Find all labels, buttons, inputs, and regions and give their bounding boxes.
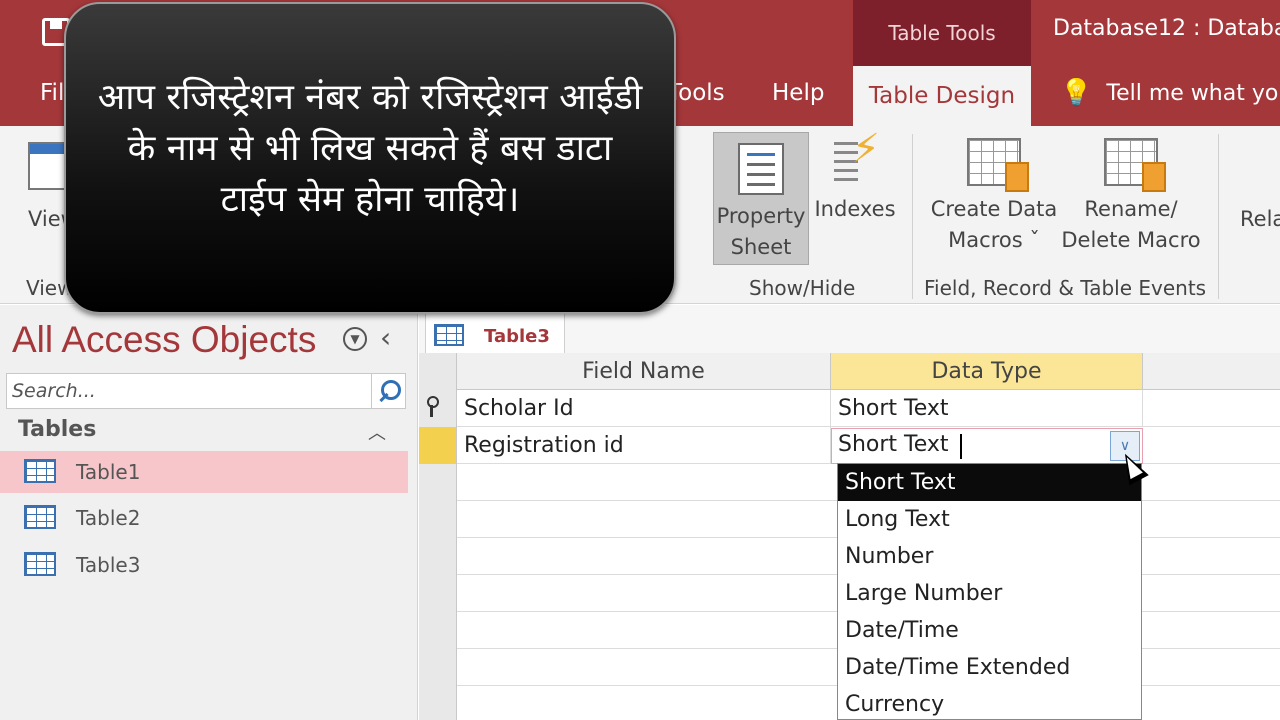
row-selector[interactable] (419, 464, 457, 501)
row-selector[interactable] (419, 501, 457, 538)
nav-item-table1[interactable]: Table1 (0, 451, 408, 493)
nav-item-table2[interactable]: Table2 (0, 497, 408, 539)
rename-delete-macro-button[interactable]: Rename/ Delete Macro (1060, 138, 1202, 256)
table-icon (434, 324, 464, 346)
tell-me-box[interactable]: 💡 Tell me what you (1060, 78, 1280, 108)
indexes-label: Indexes (814, 197, 896, 221)
tables-group-label: Tables (18, 417, 97, 442)
field-name-cell[interactable]: Registration id (457, 427, 831, 464)
property-sheet-label: Property Sheet (716, 204, 806, 259)
document-tab-table3[interactable]: Table3 (425, 313, 565, 355)
column-header-field-name[interactable]: Field Name (457, 353, 831, 390)
field-name-cell[interactable]: Scholar Id (457, 390, 831, 427)
row-selector[interactable] (419, 390, 457, 427)
nav-search-box (6, 373, 406, 409)
dropdown-option-date-time-extended[interactable]: Date/Time Extended (838, 649, 1141, 686)
indexes-icon (830, 134, 880, 188)
relationships-button[interactable]: Rela (1240, 204, 1280, 235)
dropdown-option-large-number[interactable]: Large Number (838, 575, 1141, 612)
table-tools-header: Table Tools (853, 0, 1031, 66)
create-data-macros-label: Create Data Macros ˇ (930, 197, 1058, 252)
nav-item-label: Table1 (76, 460, 141, 484)
indexes-button[interactable]: Indexes (813, 134, 897, 225)
create-macro-icon (967, 138, 1029, 192)
table-row[interactable]: Registration id Short Text ∨ (419, 427, 1280, 464)
primary-key-icon (427, 396, 439, 417)
table-icon (24, 552, 56, 576)
chevron-up-icon: ︿ (368, 423, 386, 444)
text-caret (960, 434, 962, 459)
dropdown-option-date-time[interactable]: Date/Time (838, 612, 1141, 649)
show-hide-group-label: Show/Hide (749, 276, 856, 300)
property-sheet-button[interactable]: Property Sheet (713, 132, 809, 265)
tables-group-header[interactable]: Tables ︿ (0, 413, 408, 449)
column-header-data-type[interactable]: Data Type (831, 353, 1143, 390)
field-record-events-group-label: Field, Record & Table Events (924, 276, 1207, 300)
rename-macro-icon (1104, 138, 1166, 192)
dropdown-option-currency[interactable]: Currency (838, 686, 1141, 719)
tell-me-label: Tell me what you (1106, 80, 1280, 106)
row-selector[interactable] (419, 538, 457, 575)
tab-help[interactable]: Help (772, 80, 824, 106)
search-input[interactable] (7, 374, 371, 408)
table-icon (24, 505, 56, 529)
tab-tools[interactable]: Tools (668, 80, 725, 106)
dropdown-option-long-text[interactable]: Long Text (838, 501, 1141, 538)
data-type-combobox[interactable]: Short Text ∨ (831, 428, 1143, 464)
create-data-macros-button[interactable]: Create Data Macros ˇ (926, 138, 1062, 256)
nav-pane-title[interactable]: All Access Objects (12, 319, 316, 361)
dropdown-option-short-text[interactable]: Short Text (838, 464, 1141, 501)
document-tab-label: Table3 (484, 326, 550, 347)
caption-text: आप रजिस्ट्रेशन नंबर को रजिस्ट्रेशन आईडी … (97, 76, 643, 220)
navigation-pane: All Access Objects ▼ ‹ Tables ︿ Table1 T… (0, 305, 418, 720)
nav-item-label: Table3 (76, 553, 141, 577)
group-separator (912, 134, 913, 299)
lightbulb-icon: 💡 (1060, 78, 1093, 108)
row-selector[interactable] (419, 427, 457, 464)
collapse-pane-icon[interactable]: ‹ (380, 321, 391, 354)
nav-item-label: Table2 (76, 506, 141, 530)
search-icon[interactable] (371, 374, 405, 408)
rename-delete-macro-label: Rename/ Delete Macro (1061, 197, 1201, 252)
row-selector[interactable] (419, 649, 457, 686)
property-sheet-icon (738, 143, 784, 195)
view-icon (28, 142, 66, 190)
nav-item-table3[interactable]: Table3 (0, 544, 408, 586)
window-title: Database12 : Database (1053, 16, 1280, 41)
tab-file[interactable]: Fil (40, 80, 64, 106)
data-type-dropdown: Short Text Long Text Number Large Number… (837, 463, 1142, 720)
dropdown-option-number[interactable]: Number (838, 538, 1141, 575)
data-type-value: Short Text (838, 432, 949, 457)
row-selector[interactable] (419, 612, 457, 649)
caption-bubble: आप रजिस्ट्रेशन नंबर को रजिस्ट्रेशन आईडी … (64, 2, 676, 314)
table-row[interactable]: Scholar Id Short Text (419, 390, 1280, 427)
column-header-description[interactable] (1143, 353, 1280, 390)
chevron-down-icon[interactable]: ▼ (343, 327, 367, 351)
table-icon (24, 459, 56, 483)
tab-table-design[interactable]: Table Design (853, 66, 1031, 126)
data-type-cell[interactable]: Short Text (831, 390, 1143, 427)
row-selector[interactable] (419, 686, 457, 720)
row-selector[interactable] (419, 575, 457, 612)
group-separator (1218, 134, 1219, 299)
